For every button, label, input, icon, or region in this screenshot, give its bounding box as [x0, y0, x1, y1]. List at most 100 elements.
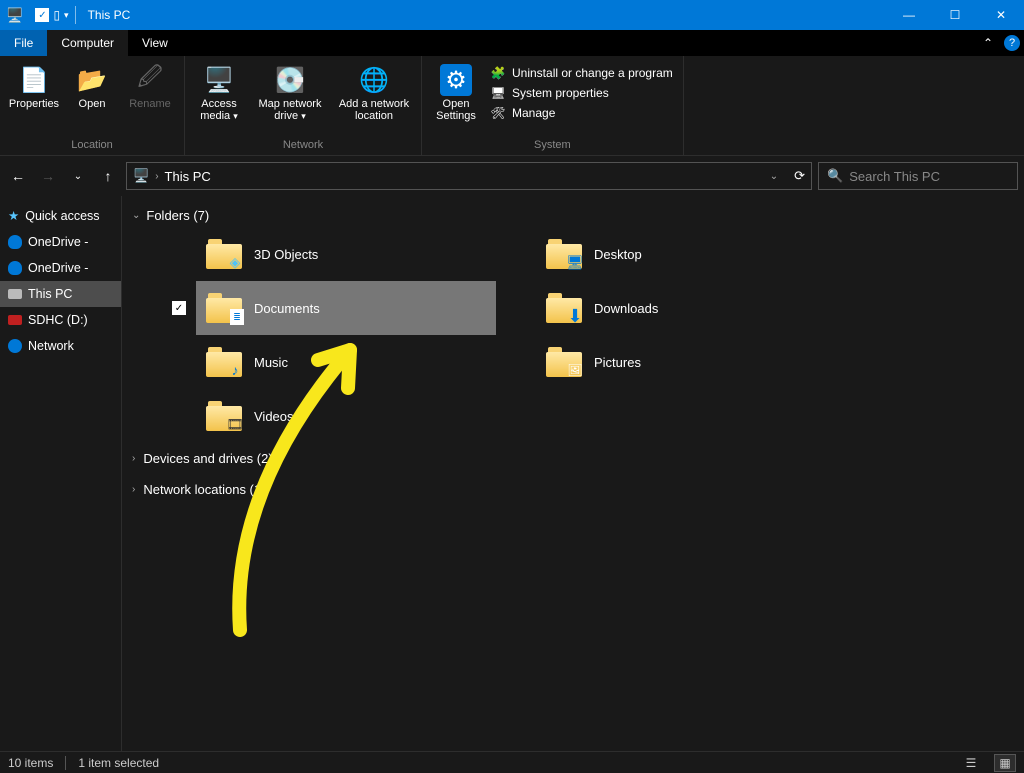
folder-label: 3D Objects [254, 247, 318, 262]
status-item-count: 10 items [8, 756, 53, 770]
chevron-down-icon: ⌄ [132, 210, 140, 221]
rename-label: Rename [129, 98, 171, 110]
group-label-system: System [428, 137, 677, 153]
maximize-button[interactable]: ☐ [932, 0, 978, 30]
up-button[interactable]: ↑ [96, 164, 120, 188]
close-button[interactable]: ✕ [978, 0, 1024, 30]
map-drive-label: Map network drive ▾ [251, 98, 329, 122]
collapse-ribbon-button[interactable]: ⌃ [976, 30, 1000, 56]
folder-music[interactable]: ♪ Music [196, 335, 496, 389]
folder-label: Desktop [594, 247, 642, 262]
folder-icon: 🎞 [206, 401, 242, 431]
search-placeholder: Search This PC [849, 169, 940, 184]
chevron-right-icon: › [132, 453, 135, 464]
tab-view[interactable]: View [128, 30, 182, 56]
title-bar: 🖥️ ✓ ▯ ▾ This PC — ☐ ✕ [0, 0, 1024, 30]
manage-icon: 🛠 [490, 105, 506, 121]
folder-icon: 🖥 [546, 239, 582, 269]
folder-documents[interactable]: ✓ ≣ Documents [196, 281, 496, 335]
help-button[interactable]: ? [1000, 30, 1024, 56]
folder-label: Pictures [594, 355, 641, 370]
chevron-right-icon: › [132, 484, 135, 495]
tab-computer[interactable]: Computer [47, 30, 128, 56]
add-network-location-button[interactable]: 🌐 Add a network location [333, 60, 415, 126]
cloud-icon [8, 235, 22, 249]
group-folders-label: Folders (7) [146, 208, 209, 223]
minimize-button[interactable]: — [886, 0, 932, 30]
sidebar-label: OneDrive - [28, 235, 88, 249]
star-icon: ★ [8, 208, 19, 223]
quick-access-toolbar: 🖥️ ✓ ▯ ▾ [6, 7, 69, 24]
tab-file[interactable]: File [0, 30, 47, 56]
address-crumb[interactable]: This PC [165, 169, 211, 184]
search-icon: 🔍 [827, 168, 843, 184]
group-folders[interactable]: ⌄ Folders (7) [126, 204, 1020, 227]
rename-icon: 🖉 [134, 64, 166, 96]
group-devices[interactable]: › Devices and drives (2) [126, 443, 1020, 474]
details-view-button[interactable]: ☰ [960, 754, 982, 772]
folder-icon: ◈ [206, 239, 242, 269]
system-properties-button[interactable]: 🖥 System properties [486, 84, 677, 102]
qat-dropdown-icon[interactable]: ▾ [64, 10, 69, 21]
search-box[interactable]: 🔍 Search This PC [818, 162, 1018, 190]
sidebar-label: Network [28, 339, 74, 353]
uninstall-program-button[interactable]: 🧩 Uninstall or change a program [486, 64, 677, 82]
back-button[interactable]: ← [6, 164, 30, 188]
tiles-view-button[interactable]: ▦ [994, 754, 1016, 772]
manage-label: Manage [512, 106, 555, 120]
access-media-button[interactable]: 🖥️ Access media ▾ [191, 60, 247, 126]
address-dropdown-icon[interactable]: ⌄ [770, 171, 778, 182]
open-button[interactable]: 📂 Open [64, 60, 120, 114]
folder-label: Downloads [594, 301, 658, 316]
folder-label: Music [254, 355, 288, 370]
sidebar-label: Quick access [25, 209, 99, 223]
recent-locations-button[interactable]: ⌄ [66, 164, 90, 188]
access-media-icon: 🖥️ [203, 64, 235, 96]
manage-button[interactable]: 🛠 Manage [486, 104, 677, 122]
folder-pictures[interactable]: 🖼 Pictures [536, 335, 836, 389]
ribbon-tabs: File Computer View ⌃ ? [0, 30, 1024, 56]
properties-button[interactable]: 📄 Properties [6, 60, 62, 114]
sidebar-item-network[interactable]: Network [0, 333, 121, 359]
sidebar-item-quick-access[interactable]: ★ Quick access [0, 202, 121, 229]
settings-icon: ⚙ [440, 64, 472, 96]
add-network-location-icon: 🌐 [358, 64, 390, 96]
folder-icon: ♪ [206, 347, 242, 377]
qat-checkbox-icon[interactable]: ✓ [35, 8, 49, 22]
folder-label: Videos [254, 409, 294, 424]
explorer-icon: 🖥️ [6, 7, 23, 24]
open-icon: 📂 [76, 64, 108, 96]
sidebar-item-onedrive[interactable]: OneDrive - [0, 255, 121, 281]
map-drive-button[interactable]: 💽 Map network drive ▾ [249, 60, 331, 126]
address-bar[interactable]: 🖥️ › This PC ⌄ ⟳ [126, 162, 812, 190]
forward-button: → [36, 164, 60, 188]
navigation-row: ← → ⌄ ↑ 🖥️ › This PC ⌄ ⟳ 🔍 Search This P… [0, 156, 1024, 196]
folder-downloads[interactable]: ⬇ Downloads [536, 281, 836, 335]
sd-card-icon [8, 315, 22, 325]
group-network-locations[interactable]: › Network locations (1) [126, 474, 1020, 505]
qat-folder-icon[interactable]: ▯ [53, 8, 60, 22]
open-settings-button[interactable]: ⚙ Open Settings [428, 60, 484, 126]
sidebar-item-this-pc[interactable]: This PC [0, 281, 121, 307]
properties-label: Properties [9, 98, 59, 110]
sidebar-label: This PC [28, 287, 72, 301]
address-crumb-separator: › [155, 171, 158, 182]
refresh-button[interactable]: ⟳ [794, 168, 805, 184]
uninstall-label: Uninstall or change a program [512, 66, 673, 80]
sidebar-item-onedrive[interactable]: OneDrive - [0, 229, 121, 255]
folder-videos[interactable]: 🎞 Videos [196, 389, 496, 443]
cloud-icon [8, 261, 22, 275]
selection-checkbox[interactable]: ✓ [172, 301, 186, 315]
system-properties-label: System properties [512, 86, 609, 100]
window-title: This PC [88, 8, 131, 22]
navigation-pane: ★ Quick access OneDrive - OneDrive - Thi… [0, 196, 122, 751]
sidebar-item-sdhc[interactable]: SDHC (D:) [0, 307, 121, 333]
sidebar-label: SDHC (D:) [28, 313, 88, 327]
uninstall-icon: 🧩 [490, 65, 506, 81]
status-bar: 10 items 1 item selected ☰ ▦ [0, 751, 1024, 773]
folder-icon: ≣ [206, 293, 242, 323]
folder-3d-objects[interactable]: ◈ 3D Objects [196, 227, 496, 281]
add-network-location-label: Add a network location [335, 98, 413, 122]
folder-desktop[interactable]: 🖥 Desktop [536, 227, 836, 281]
system-properties-icon: 🖥 [490, 85, 506, 101]
